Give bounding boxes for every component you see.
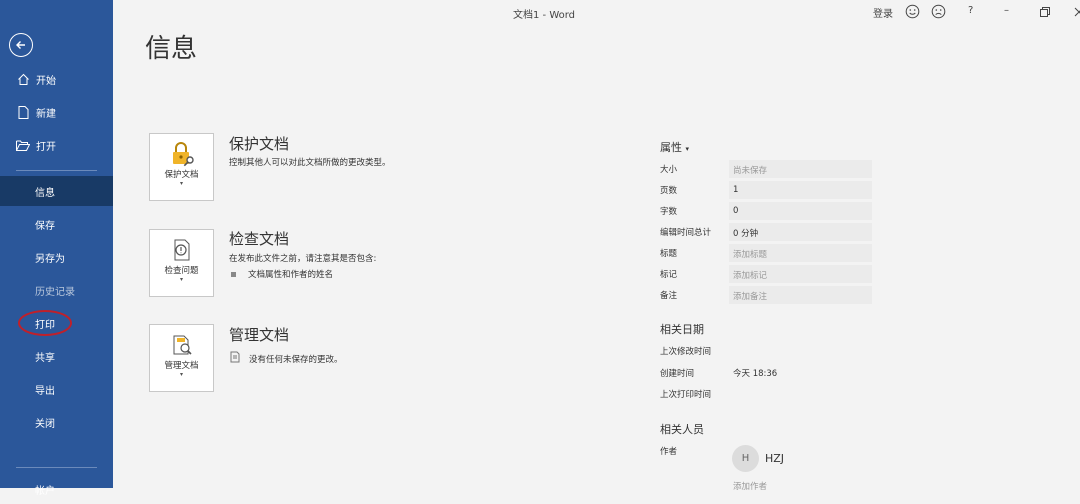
property-label-words: 字数 [660,207,678,217]
nav-label: 关闭 [35,418,55,430]
dropdown-caret-icon: ▾ [179,180,183,187]
inspect-document-icon [170,237,194,263]
properties-header[interactable]: 属性 ▾ [660,139,689,155]
home-icon [16,72,30,86]
signin-link[interactable]: 登录 [873,5,893,20]
manage-document-button[interactable]: 管理文档 ▾ [149,324,214,392]
comments-field[interactable]: 添加备注 [733,290,767,302]
manage-document-title: 管理文档 [229,326,290,344]
restore-icon[interactable] [1040,7,1050,17]
property-label-tags: 标记 [660,270,678,280]
nav-label: 开始 [36,75,56,87]
dropdown-caret-icon: ▾ [179,276,183,283]
frown-feedback-icon[interactable] [931,4,946,19]
nav-label: 打开 [36,141,56,153]
red-circle-annotation [18,310,72,336]
nav-new[interactable]: 新建 [0,97,113,127]
inspect-bullet-item: 文档属性和作者的姓名 [231,268,333,280]
nav-label: 信息 [35,187,55,199]
date-value-created: 今天 18:36 [733,369,778,379]
check-issues-button-label: 检查问题 [164,266,199,276]
nav-label: 历史记录 [35,286,75,298]
nav-label: 导出 [35,385,55,397]
chevron-down-icon: ▾ [685,145,690,153]
nav-label: 帐户 [35,485,55,497]
new-document-icon [16,105,30,119]
author-name[interactable]: HZJ [765,452,784,465]
check-issues-button[interactable]: 检查问题 ▾ [149,229,214,297]
nav-save-as[interactable]: 另存为 [0,242,113,272]
property-value-bg [729,181,872,199]
bullet-icon [231,271,236,277]
property-label-comments: 备注 [660,291,678,301]
nav-label: 另存为 [35,253,65,265]
related-dates-header: 相关日期 [660,323,704,336]
nav-account[interactable]: 帐户 [0,474,113,504]
date-label-created: 创建时间 [660,369,695,379]
smile-feedback-icon[interactable] [905,4,920,19]
nav-share[interactable]: 共享 [0,341,113,371]
dropdown-caret-icon: ▾ [179,371,183,378]
property-label-edit-time: 编辑时间总计 [660,228,712,238]
author-label: 作者 [660,447,678,457]
close-icon[interactable] [1074,7,1080,17]
document-status-icon [229,351,241,366]
author-avatar[interactable]: H [732,445,759,472]
inspect-bullet-text: 文档属性和作者的姓名 [248,270,334,280]
back-arrow-icon[interactable] [9,33,33,57]
nav-info[interactable]: 信息 [0,176,113,206]
date-label-modified: 上次修改时间 [660,347,712,357]
add-author-field[interactable]: 添加作者 [733,480,767,492]
property-value-size: 尚未保存 [733,166,768,176]
nav-close[interactable]: 关闭 [0,407,113,437]
property-value-pages: 1 [733,185,739,195]
property-label-size: 大小 [660,165,678,175]
manage-status-row: 没有任何未保存的更改。 [229,351,343,366]
protect-document-button-label: 保护文档 [164,170,199,180]
nav-open[interactable]: 打开 [0,130,113,160]
protect-document-title: 保护文档 [229,135,290,153]
title-field[interactable]: 添加标题 [733,248,767,260]
nav-save[interactable]: 保存 [0,209,113,239]
nav-divider [16,170,97,171]
nav-label: 保存 [35,220,55,232]
date-label-printed: 上次打印时间 [660,390,712,400]
property-label-title: 标题 [660,249,678,259]
inspect-document-title: 检查文档 [229,230,290,248]
inspect-document-desc: 在发布此文件之前，请注意其是否包含: [229,254,377,264]
nav-home[interactable]: 开始 [0,64,113,94]
document-title: 文档1 - Word [513,10,576,21]
property-value-words: 0 [733,206,739,216]
lock-key-icon [169,141,195,167]
manage-document-desc: 没有任何未保存的更改。 [249,354,343,365]
backstage-sidebar: 开始 新建 打开 信息 保存 另存为 历史记录 打印 共享 导出 关闭 帐户 [0,0,113,497]
related-people-header: 相关人员 [660,423,704,436]
properties-header-label: 属性 [660,141,682,154]
manage-document-icon [170,332,194,358]
property-label-pages: 页数 [660,186,678,196]
property-value-edit-time: 0 分钟 [733,229,759,239]
protect-document-button[interactable]: 保护文档 ▾ [149,133,214,201]
tags-field[interactable]: 添加标记 [733,269,767,281]
nav-divider [16,467,97,468]
minimize-icon[interactable]: – [1004,5,1009,16]
protect-document-desc: 控制其他人可以对此文档所做的更改类型。 [229,158,391,168]
nav-history: 历史记录 [0,275,113,305]
page-title: 信息 [145,34,198,64]
manage-document-button-label: 管理文档 [164,361,199,371]
nav-label: 新建 [36,108,56,120]
property-value-bg [729,202,872,220]
nav-export[interactable]: 导出 [0,374,113,404]
help-icon[interactable]: ? [968,5,973,16]
nav-label: 共享 [35,352,55,364]
folder-open-icon [16,138,30,152]
